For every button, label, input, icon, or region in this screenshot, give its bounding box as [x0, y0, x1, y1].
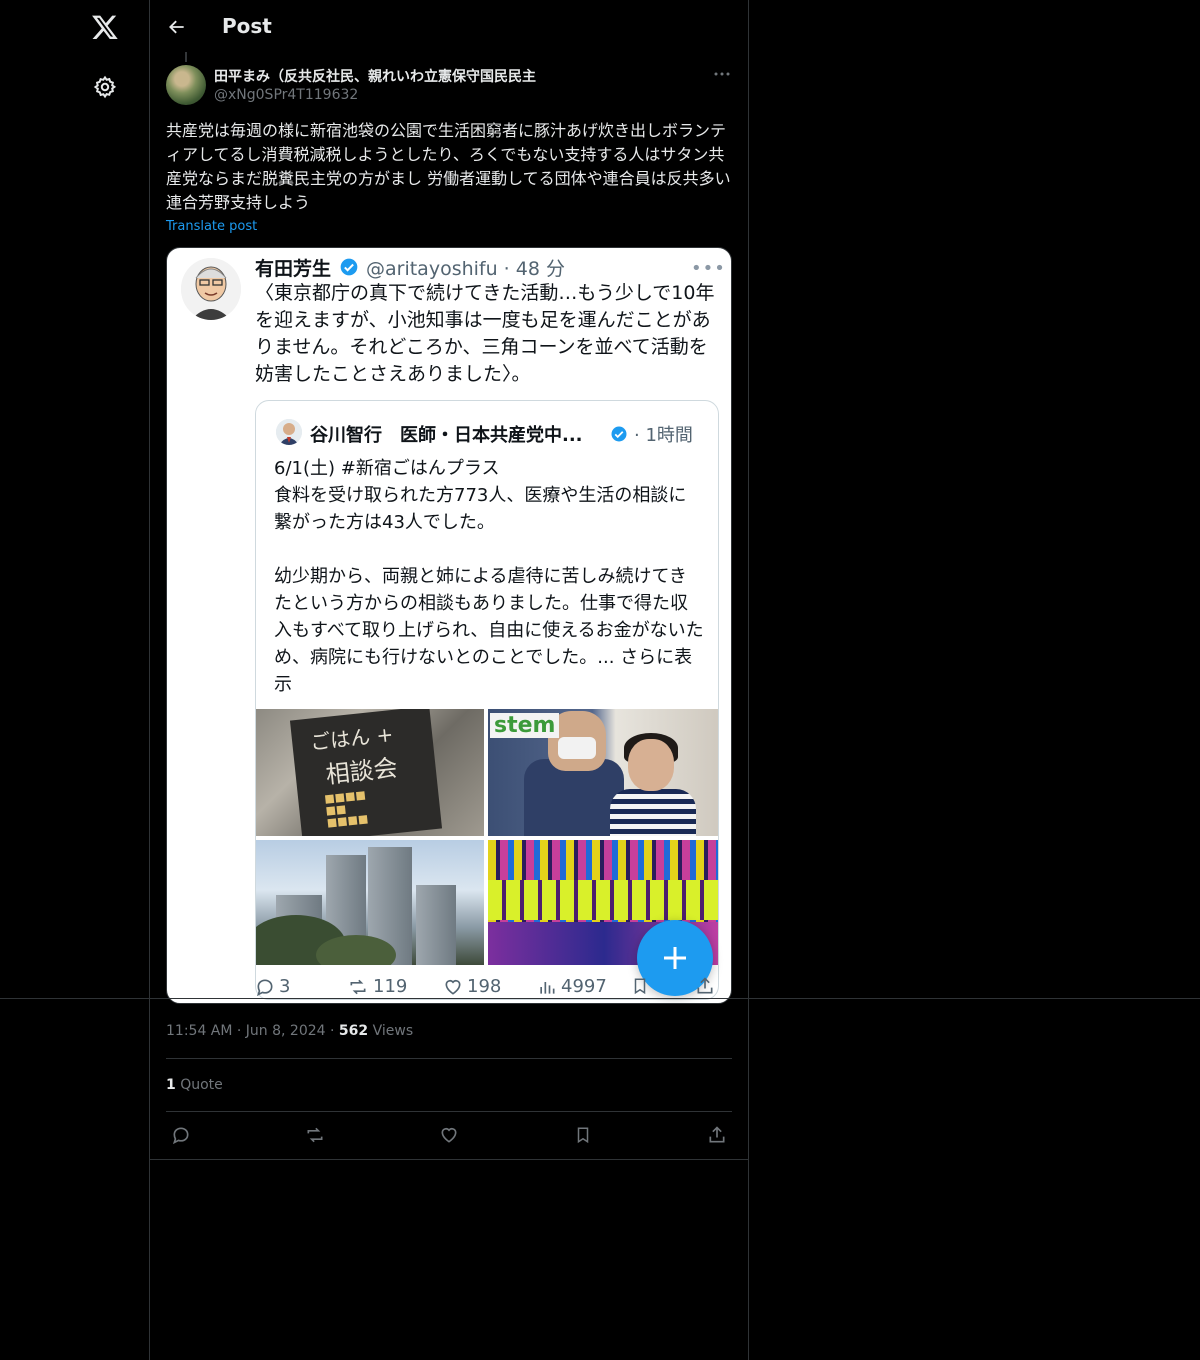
- post-text: 共産党は毎週の様に新宿池袋の公園で生活困窮者に豚汁あげ炊き出しボランティアしてる…: [166, 121, 731, 212]
- quote-count: 1: [166, 1077, 176, 1093]
- post-actions-row: [150, 1120, 748, 1150]
- inner-line-2: 食料を受け取られた方773人、医療や生活の相談に繋がった方は43人でした。: [274, 485, 687, 533]
- photo-sign-board: ごはん + 相談会 ■■■■ ■■ ■■■■: [256, 709, 484, 836]
- photo-two-people: stem: [488, 709, 718, 836]
- embedded-like: 198: [443, 976, 501, 997]
- inner-time: · 1時間: [634, 425, 693, 446]
- embedded-share-icon: [695, 976, 715, 996]
- page-title: Post: [222, 14, 272, 38]
- reply-icon: [256, 978, 273, 996]
- reply-icon[interactable]: [168, 1122, 194, 1148]
- quote-label: Quote: [175, 1077, 223, 1093]
- embedded-text: 〈東京都庁の真下で続けてきた活動…もう少しで10年を迎えますが、小池知事は一度も…: [255, 282, 715, 385]
- quotes-link[interactable]: 1 Quote: [166, 1077, 223, 1093]
- post-image[interactable]: 有田芳生 @aritayoshifu · 48 分 ••• 〈東京都庁の真下で続…: [166, 247, 732, 1004]
- divider: [166, 1058, 732, 1059]
- inner-quoted-post: 谷川智行 医師・日本共産党中... · 1時間 6/1(土) #新宿ごはんプラス…: [255, 400, 719, 1000]
- share-icon[interactable]: [704, 1122, 730, 1148]
- inner-avatar: [276, 419, 302, 445]
- views-count: 562: [338, 1023, 369, 1039]
- embedded-handle-time: @aritayoshifu · 48 分: [366, 258, 565, 280]
- embedded-author-name: 有田芳生: [255, 258, 332, 280]
- post-meta: 11:54 AM · Jun 8, 2024 · 562 Views: [166, 1023, 413, 1039]
- inner-author-name: 谷川智行 医師・日本共産党中...: [310, 425, 583, 446]
- verified-badge-icon: [339, 257, 359, 281]
- photo-logo-text: stem: [490, 713, 560, 738]
- like-heart-icon[interactable]: [436, 1122, 462, 1148]
- embedded-like-count: 198: [467, 976, 502, 997]
- author-avatar[interactable]: [166, 65, 206, 105]
- main-column: Post 田平まみ（反共反社民、親れいわ立憲保守国民民主 @xNg0SPr4T1…: [150, 0, 749, 1360]
- embedded-more-icon: •••: [691, 258, 726, 279]
- left-nav: [0, 0, 150, 1360]
- embedded-view-count: 4997: [561, 976, 607, 997]
- inner-text: 6/1(土) #新宿ごはんプラス 食料を受け取られた方773人、医療や生活の相談…: [274, 455, 704, 698]
- inner-line-1: 6/1(土) #新宿ごはんプラス: [274, 458, 500, 479]
- page-header: Post: [150, 0, 748, 54]
- embedded-reply: 3: [255, 976, 290, 997]
- views-label: Views: [368, 1023, 414, 1039]
- photo-grid: ごはん + 相談会 ■■■■ ■■ ■■■■ stem: [256, 709, 718, 965]
- embedded-reply-count: 3: [279, 976, 291, 997]
- embedded-repost-count: 119: [373, 976, 408, 997]
- author-name[interactable]: 田平まみ（反共反社民、親れいわ立憲保守国民民主: [214, 66, 536, 86]
- inner-line-3: 幼少期から、両親と姉による虐待に苦しみ続けてきたという方からの相談もありました。…: [274, 563, 704, 698]
- repost-icon: [350, 979, 366, 994]
- x-logo-icon[interactable]: [88, 10, 122, 44]
- inner-verified-badge-icon: [610, 425, 628, 447]
- embedded-bookmark-icon: [631, 976, 649, 996]
- heart-icon: [445, 979, 461, 995]
- translate-post-link[interactable]: Translate post: [166, 219, 257, 234]
- author-handle[interactable]: @xNg0SPr4T119632: [214, 87, 358, 103]
- bookmark-icon[interactable]: [570, 1122, 596, 1148]
- repost-icon[interactable]: [302, 1122, 328, 1148]
- views-chart-icon: [540, 981, 555, 994]
- settings-gear-icon[interactable]: [91, 73, 119, 101]
- divider: [150, 1159, 748, 1160]
- thread-line: [185, 52, 187, 62]
- embedded-views: 4997: [537, 976, 607, 997]
- back-arrow-icon[interactable]: [162, 12, 192, 42]
- more-options-icon[interactable]: [710, 64, 734, 84]
- overlay-line: [0, 998, 1200, 999]
- photo-government-building: [256, 840, 484, 965]
- embedded-avatar: [181, 258, 241, 320]
- sign-text-2: 相談会: [324, 753, 399, 790]
- embedded-repost: 119: [347, 976, 407, 997]
- post-timestamp[interactable]: 11:54 AM · Jun 8, 2024 ·: [166, 1023, 339, 1039]
- divider: [166, 1111, 732, 1112]
